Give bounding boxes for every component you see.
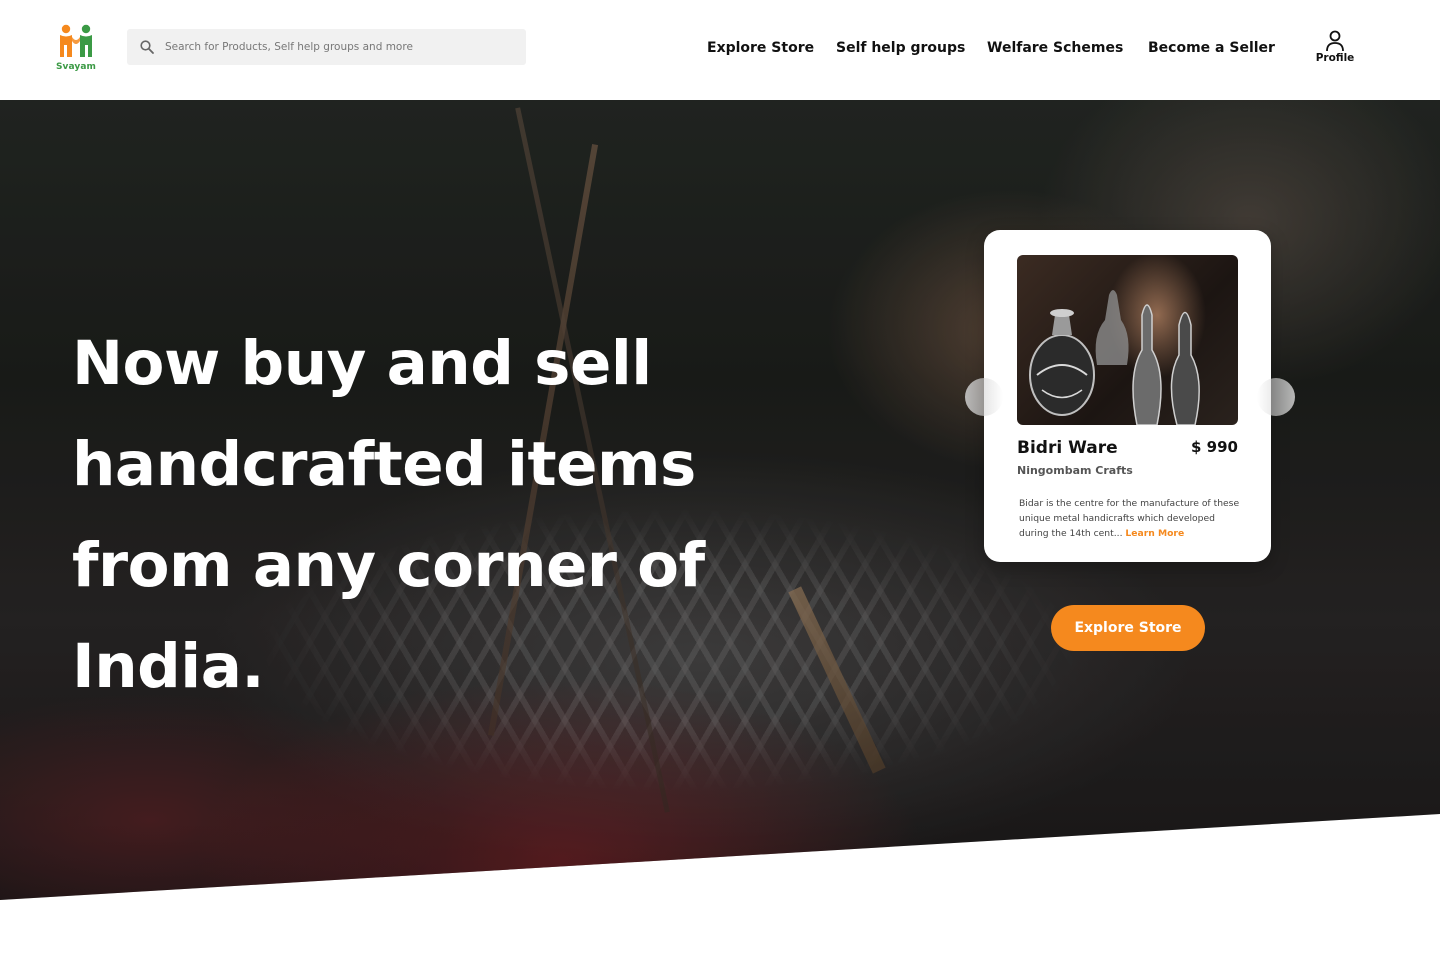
explore-store-button[interactable]: Explore Store <box>1051 605 1205 651</box>
headline-line: handcrafted items <box>72 429 696 500</box>
bidri-vase-illustration <box>1029 290 1200 425</box>
product-card[interactable]: Bidri Ware $ 990 Ningombam Crafts Bidar … <box>984 230 1271 562</box>
carousel-prev-button[interactable] <box>965 378 1003 416</box>
hero-headline: Now buy and sell handcrafted items from … <box>72 313 772 717</box>
carousel-next-button[interactable] <box>1257 378 1295 416</box>
headline-line: Now buy and sell <box>72 328 652 399</box>
nav-self-help-groups[interactable]: Self help groups <box>836 40 965 56</box>
product-seller[interactable]: Ningombam Crafts <box>1017 464 1133 477</box>
top-header: Svayam Explore Store Self help groups We… <box>0 0 1440 100</box>
user-icon <box>1326 30 1344 52</box>
product-description: Bidar is the centre for the manufacture … <box>1019 496 1244 541</box>
nav-welfare-schemes[interactable]: Welfare Schemes <box>987 40 1123 56</box>
nav-explore-store[interactable]: Explore Store <box>707 40 814 56</box>
headline-line: India. <box>72 631 265 702</box>
headline-line: from any corner of <box>72 530 705 601</box>
logo-icon <box>60 24 92 57</box>
product-image <box>1017 255 1238 425</box>
profile-label: Profile <box>1315 52 1355 64</box>
nav-become-seller[interactable]: Become a Seller <box>1148 40 1275 56</box>
product-price: $ 990 <box>1191 438 1238 456</box>
search-bar[interactable] <box>127 29 526 65</box>
product-title[interactable]: Bidri Ware <box>1017 438 1118 458</box>
search-icon <box>140 40 154 54</box>
learn-more-link[interactable]: Learn More <box>1125 528 1184 539</box>
search-input[interactable] <box>165 29 515 65</box>
brand-logo[interactable]: Svayam <box>55 23 99 75</box>
profile-button[interactable]: Profile <box>1312 30 1358 70</box>
brand-name: Svayam <box>55 62 97 72</box>
